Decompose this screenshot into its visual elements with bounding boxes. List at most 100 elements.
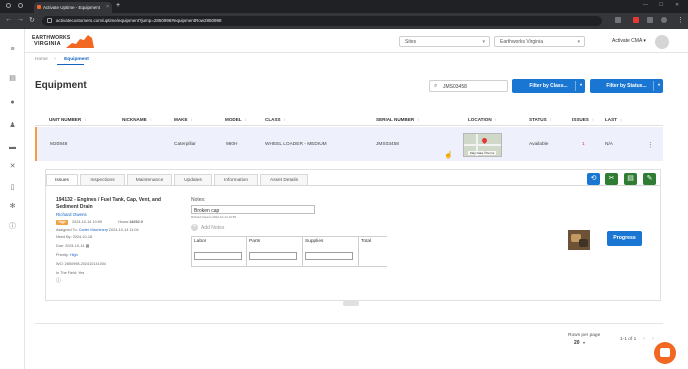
truck-icon[interactable]: ▬ — [9, 144, 16, 151]
issue-hours: 14052.0 — [129, 220, 143, 224]
forward-icon[interactable]: → — [17, 16, 24, 23]
map-pin-icon — [480, 136, 489, 145]
parts-header: Parts — [249, 239, 261, 244]
filter-by-status-button[interactable]: Filter by Status... ▾ — [590, 79, 663, 93]
chevron-down-icon[interactable]: ▾ — [583, 340, 585, 345]
edit-button[interactable]: ✎ — [643, 173, 656, 185]
sidebar: ≡ ▤ ● ♟ ▬ ✕ ▯ ✻ ⓘ — [0, 29, 25, 369]
tab-updates[interactable]: Updates — [174, 174, 212, 185]
chevron-down-icon: ▾ — [482, 39, 485, 45]
reload-icon[interactable]: ↻ — [29, 16, 35, 24]
profile-icon[interactable] — [18, 3, 23, 8]
chevron-down-icon: ▾ — [577, 39, 580, 45]
col-unit-number[interactable]: UNIT NUMBER ↕ — [49, 117, 86, 122]
extension-icon[interactable] — [633, 17, 639, 23]
close-tab-icon[interactable]: × — [106, 4, 109, 10]
plus-icon[interactable]: + — [191, 224, 198, 231]
cursor-icon: ☝ — [444, 152, 453, 159]
next-page-icon[interactable]: › — [652, 336, 654, 342]
browser-menu-icon[interactable]: ⋮ — [677, 16, 684, 24]
issue-assigned-to[interactable]: Carter Machinery — [79, 228, 108, 232]
col-status[interactable]: STATUS ↕ — [529, 117, 552, 122]
user-menu[interactable]: Activate CMA ▾ — [612, 38, 646, 44]
row-menu-icon[interactable]: ⋮ — [647, 141, 654, 149]
grid-bottom-line — [191, 266, 387, 267]
info-circle-icon[interactable]: ⓘ — [56, 277, 61, 284]
rows-per-page-select[interactable]: 20 — [574, 340, 580, 346]
new-tab-icon[interactable]: + — [116, 2, 120, 9]
col-serial-number[interactable]: SERIAL NUMBER ↕ — [376, 117, 419, 122]
browser-tab[interactable]: Activate Uptime - Equipment × — [34, 2, 112, 13]
calendar-icon[interactable]: ▦ — [86, 244, 90, 248]
maximize-icon[interactable]: ☐ — [659, 2, 663, 8]
tab-information[interactable]: Information — [214, 174, 258, 185]
col-model[interactable]: MODEL ↕ — [225, 117, 247, 122]
tab-inspections[interactable]: Inspections — [80, 174, 125, 185]
labor-input[interactable] — [194, 252, 242, 260]
supplies-header: Supplies — [305, 239, 324, 244]
breadcrumb-current: Equipment — [64, 57, 89, 62]
history-button[interactable]: ⟲ — [587, 173, 600, 185]
avatar[interactable] — [655, 35, 669, 49]
issue-reporter[interactable]: Richard Owens — [56, 212, 87, 217]
labor-header: Labor — [194, 239, 207, 244]
users-icon[interactable]: ● — [9, 99, 16, 106]
table-row[interactable] — [35, 127, 663, 161]
browser-tab-strip: Activate Uptime - Equipment × + — ☐ ✕ — [0, 0, 688, 13]
col-make[interactable]: MAKE ↕ — [174, 117, 193, 122]
tab-issues[interactable]: Issues — [46, 174, 78, 185]
labor-column: Labor — [191, 236, 247, 266]
profile-avatar-icon[interactable] — [661, 17, 667, 23]
site-info-icon[interactable] — [47, 18, 52, 23]
add-notes-button[interactable]: Add Notes — [201, 225, 224, 231]
col-last[interactable]: LAST ↕ — [605, 117, 622, 122]
supplies-input[interactable] — [305, 252, 353, 260]
field-label: In The Field: — [56, 271, 78, 275]
site-select[interactable]: Earthworks Virginia ▾ — [494, 36, 585, 47]
col-nickname[interactable]: NICKNAME ↕ — [122, 117, 152, 122]
cell-status: Available — [529, 142, 549, 147]
person-icon[interactable]: ♟ — [9, 122, 16, 129]
cell-model: 980H — [226, 142, 238, 147]
star-icon[interactable] — [615, 17, 621, 23]
col-class[interactable]: CLASS ↕ — [265, 117, 286, 122]
collapse-handle[interactable] — [343, 301, 359, 306]
close-window-icon[interactable]: ✕ — [675, 2, 679, 8]
menu-icon[interactable]: ≡ — [9, 46, 16, 53]
prev-page-icon[interactable]: ‹ — [643, 336, 645, 342]
url-field[interactable]: activatecustomers.com/uptime/equipment?j… — [42, 16, 602, 26]
col-issues[interactable]: ISSUES ↕ — [572, 117, 594, 122]
tools-button[interactable]: ✂ — [605, 173, 618, 185]
search-input[interactable]: ⌕ JMS03458 — [429, 80, 508, 92]
tab-maintenance[interactable]: Maintenance — [127, 174, 172, 185]
tools-icon[interactable]: ✕ — [9, 163, 16, 170]
tab-asset-details[interactable]: Asset Details — [260, 174, 308, 185]
issue-wo: 2850998-202410141004 — [64, 262, 107, 266]
map-attribution: Map Data ©Terms — [468, 151, 497, 155]
settings-icon[interactable]: ✻ — [9, 203, 16, 210]
info-icon[interactable]: ⓘ — [9, 223, 16, 230]
filter-by-class-button[interactable]: Filter by Class... ▾ — [512, 79, 585, 93]
tab-search-icon[interactable] — [6, 3, 11, 8]
sites-select[interactable]: Sites ▾ — [399, 36, 490, 47]
issue-priority[interactable]: High — [70, 253, 78, 257]
cell-issues[interactable]: 1 — [582, 142, 585, 147]
report-button[interactable]: ▤ — [624, 173, 637, 185]
dashboard-icon[interactable]: ▤ — [9, 75, 16, 82]
user-name: Activate CMA — [612, 38, 643, 44]
cell-last: N/A — [605, 142, 613, 147]
clipboard-icon[interactable]: ▯ — [9, 184, 16, 191]
col-location[interactable]: LOCATION ↕ — [468, 117, 497, 122]
issue-title[interactable]: 194132 - Engines / Fuel Tank, Cap, Vent,… — [56, 197, 174, 211]
notes-value: Broken cap — [194, 207, 220, 214]
parts-input[interactable] — [249, 252, 297, 260]
chat-widget-button[interactable] — [654, 342, 676, 364]
notes-field[interactable]: Broken cap — [191, 205, 315, 214]
minimize-icon[interactable]: — — [643, 2, 648, 8]
location-map[interactable]: Map Data ©Terms — [463, 133, 502, 157]
issue-photo[interactable] — [568, 230, 590, 250]
breadcrumb-home[interactable]: Home — [35, 57, 48, 62]
progress-button[interactable]: Progress — [607, 231, 642, 246]
back-icon[interactable]: ← — [5, 16, 12, 23]
extensions-icon[interactable] — [647, 17, 653, 23]
